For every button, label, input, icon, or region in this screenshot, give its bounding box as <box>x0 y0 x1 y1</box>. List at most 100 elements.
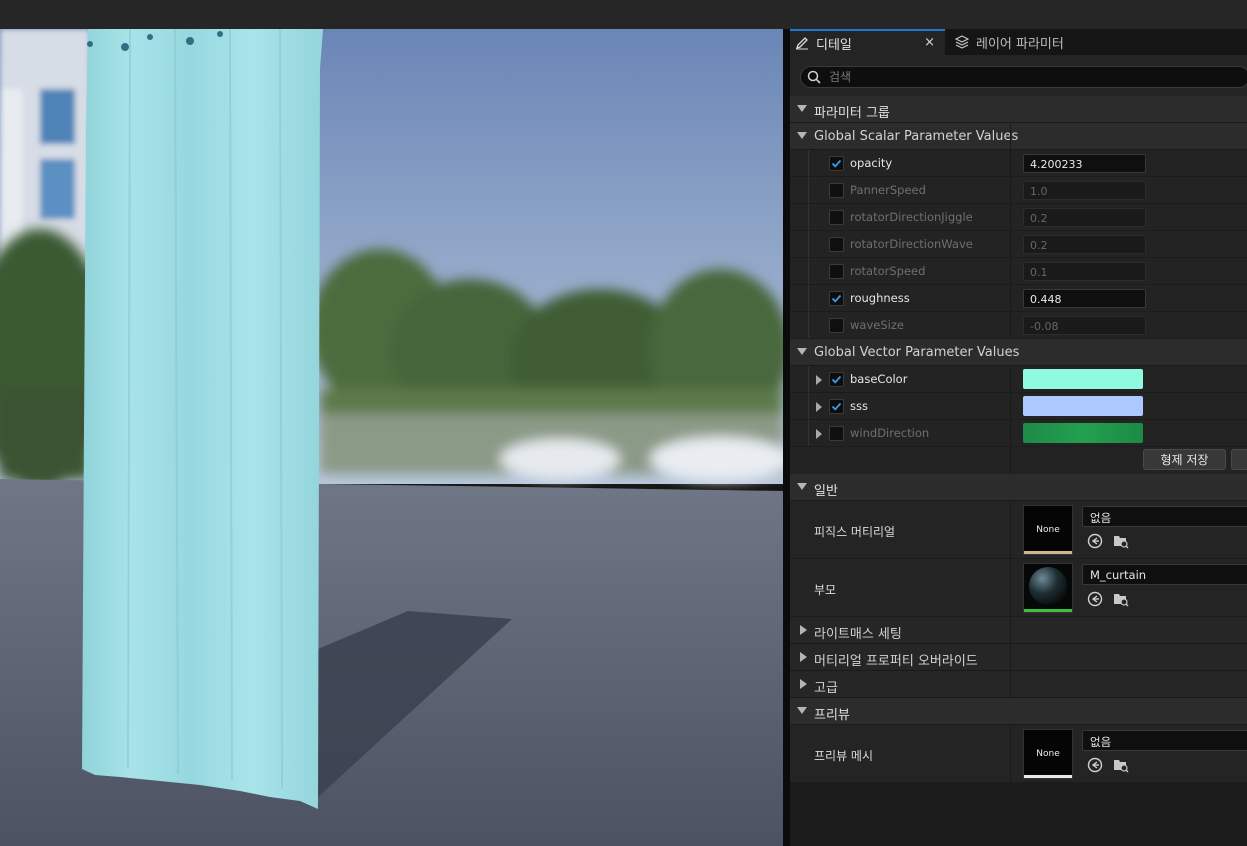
phys-material-combo[interactable]: 없음 <box>1082 506 1247 527</box>
viewport-scene <box>0 29 783 846</box>
param-value-field[interactable]: -0.08 <box>1023 316 1146 335</box>
arrow-left-circle-icon[interactable] <box>1087 591 1103 607</box>
preview-mesh-thumbnail[interactable]: None <box>1023 729 1073 779</box>
indent-line <box>808 150 809 176</box>
chevron-right-icon[interactable] <box>816 375 822 385</box>
preview-mesh-combo[interactable]: 없음 <box>1082 730 1247 751</box>
column-divider <box>1010 312 1011 338</box>
param-row-rotator-speed: rotatorSpeed 0.1 <box>790 258 1247 285</box>
override-checkbox[interactable] <box>829 291 844 306</box>
search-row <box>790 55 1247 99</box>
param-row-sss: sss <box>790 393 1247 420</box>
param-value-field[interactable]: 0.2 <box>1023 208 1146 227</box>
section-title: 프리뷰 <box>814 708 850 723</box>
section-title: 라이트매스 세팅 <box>814 627 902 642</box>
param-row-wave-size: waveSize -0.08 <box>790 312 1247 339</box>
chevron-right-icon[interactable] <box>816 402 822 412</box>
section-material-property-override[interactable]: 머티리얼 프로퍼티 오버라이드 <box>790 644 1247 671</box>
tab-details[interactable]: 디테일 × <box>790 29 945 55</box>
parent-material-thumbnail[interactable] <box>1023 563 1073 613</box>
param-value-field[interactable]: 0.2 <box>1023 235 1146 254</box>
asset-type-bar <box>1024 609 1072 612</box>
param-value-field[interactable]: 0.448 <box>1023 289 1146 308</box>
param-value-field[interactable]: 1.0 <box>1023 181 1146 200</box>
checkmark-icon <box>831 402 842 411</box>
asset-type-bar <box>1024 775 1072 778</box>
chevron-down-icon <box>797 132 807 139</box>
layers-icon <box>955 35 969 49</box>
phys-material-row: 피직스 머티리얼 None 없음 <box>790 501 1247 559</box>
param-name: windDirection <box>850 426 930 440</box>
column-divider <box>1010 177 1011 203</box>
search-icon <box>807 70 821 84</box>
chevron-right-icon <box>800 652 807 662</box>
search-input[interactable] <box>829 69 1209 85</box>
phys-material-thumbnail[interactable]: None <box>1023 505 1073 555</box>
browse-folder-icon[interactable] <box>1113 533 1129 549</box>
group-global-vector[interactable]: Global Vector Parameter Values <box>790 339 1247 366</box>
color-swatch[interactable] <box>1023 369 1143 389</box>
param-row-rotator-direction-wave: rotatorDirectionWave 0.2 <box>790 231 1247 258</box>
parent-material-combo[interactable]: M_curtain <box>1082 564 1247 585</box>
override-checkbox[interactable] <box>829 264 844 279</box>
color-swatch[interactable] <box>1023 423 1143 443</box>
section-title: 고급 <box>814 681 838 696</box>
parent-row: 부모 M_curtain <box>790 559 1247 617</box>
group-title: Global Scalar Parameter Values <box>814 129 1019 144</box>
preview-mesh-row: 프리뷰 메시 None 없음 <box>790 725 1247 783</box>
browse-folder-icon[interactable] <box>1113 757 1129 773</box>
save-sibling-row: 형제 저장 <box>790 447 1247 474</box>
section-parameter-groups[interactable]: 파라미터 그룹 <box>790 96 1247 123</box>
override-checkbox[interactable] <box>829 237 844 252</box>
arrow-left-circle-icon[interactable] <box>1087 757 1103 773</box>
thumbnail-text: None <box>1036 525 1060 535</box>
chevron-right-icon[interactable] <box>816 429 822 439</box>
column-divider <box>1010 644 1011 670</box>
chevron-down-icon <box>797 483 807 490</box>
preview-mesh-label: 프리뷰 메시 <box>814 749 874 763</box>
param-name: baseColor <box>850 372 908 386</box>
param-row-base-color: baseColor <box>790 366 1247 393</box>
section-general[interactable]: 일반 <box>790 474 1247 501</box>
save-sibling-button[interactable]: 형제 저장 <box>1143 449 1226 470</box>
search-box[interactable] <box>800 66 1247 88</box>
override-checkbox[interactable] <box>829 372 844 387</box>
override-checkbox[interactable] <box>829 183 844 198</box>
browse-folder-icon[interactable] <box>1113 591 1129 607</box>
arrow-left-circle-icon[interactable] <box>1087 533 1103 549</box>
param-row-pannerspeed: PannerSpeed 1.0 <box>790 177 1247 204</box>
override-checkbox[interactable] <box>829 318 844 333</box>
section-lightmass-settings[interactable]: 라이트매스 세팅 <box>790 617 1247 644</box>
param-value-field[interactable]: 4.200233 <box>1023 154 1146 173</box>
viewport-splitter[interactable] <box>783 29 790 846</box>
group-global-scalar[interactable]: Global Scalar Parameter Values <box>790 123 1247 150</box>
param-row-opacity: opacity 4.200233 <box>790 150 1247 177</box>
column-divider <box>1010 447 1011 474</box>
param-name: PannerSpeed <box>850 183 926 197</box>
panel-empty-area <box>790 784 1247 846</box>
tab-layer-parameters[interactable]: 레이어 파라미터 <box>950 29 1120 55</box>
override-checkbox[interactable] <box>829 210 844 225</box>
override-checkbox[interactable] <box>829 426 844 441</box>
tab-layer-parameters-label: 레이어 파라미터 <box>976 36 1064 52</box>
close-tab-icon[interactable]: × <box>924 35 935 50</box>
group-title: Global Vector Parameter Values <box>814 345 1020 360</box>
override-checkbox[interactable] <box>829 399 844 414</box>
color-swatch[interactable] <box>1023 396 1143 416</box>
parent-label: 부모 <box>814 583 837 597</box>
section-preview[interactable]: 프리뷰 <box>790 698 1247 725</box>
indent-line <box>808 285 809 311</box>
override-checkbox[interactable] <box>829 156 844 171</box>
param-name: opacity <box>850 156 893 170</box>
param-value-field[interactable]: 0.1 <box>1023 262 1146 281</box>
column-divider <box>1010 559 1011 616</box>
save-child-button[interactable] <box>1231 449 1247 470</box>
column-divider <box>1010 393 1011 419</box>
indent-line <box>808 258 809 284</box>
material-preview-viewport[interactable] <box>0 29 783 846</box>
tab-bar: 디테일 × 레이어 파라미터 <box>790 29 1247 55</box>
param-name: roughness <box>850 291 910 305</box>
column-divider <box>1010 123 1011 149</box>
section-advanced[interactable]: 고급 <box>790 671 1247 698</box>
chevron-down-icon <box>797 105 807 112</box>
